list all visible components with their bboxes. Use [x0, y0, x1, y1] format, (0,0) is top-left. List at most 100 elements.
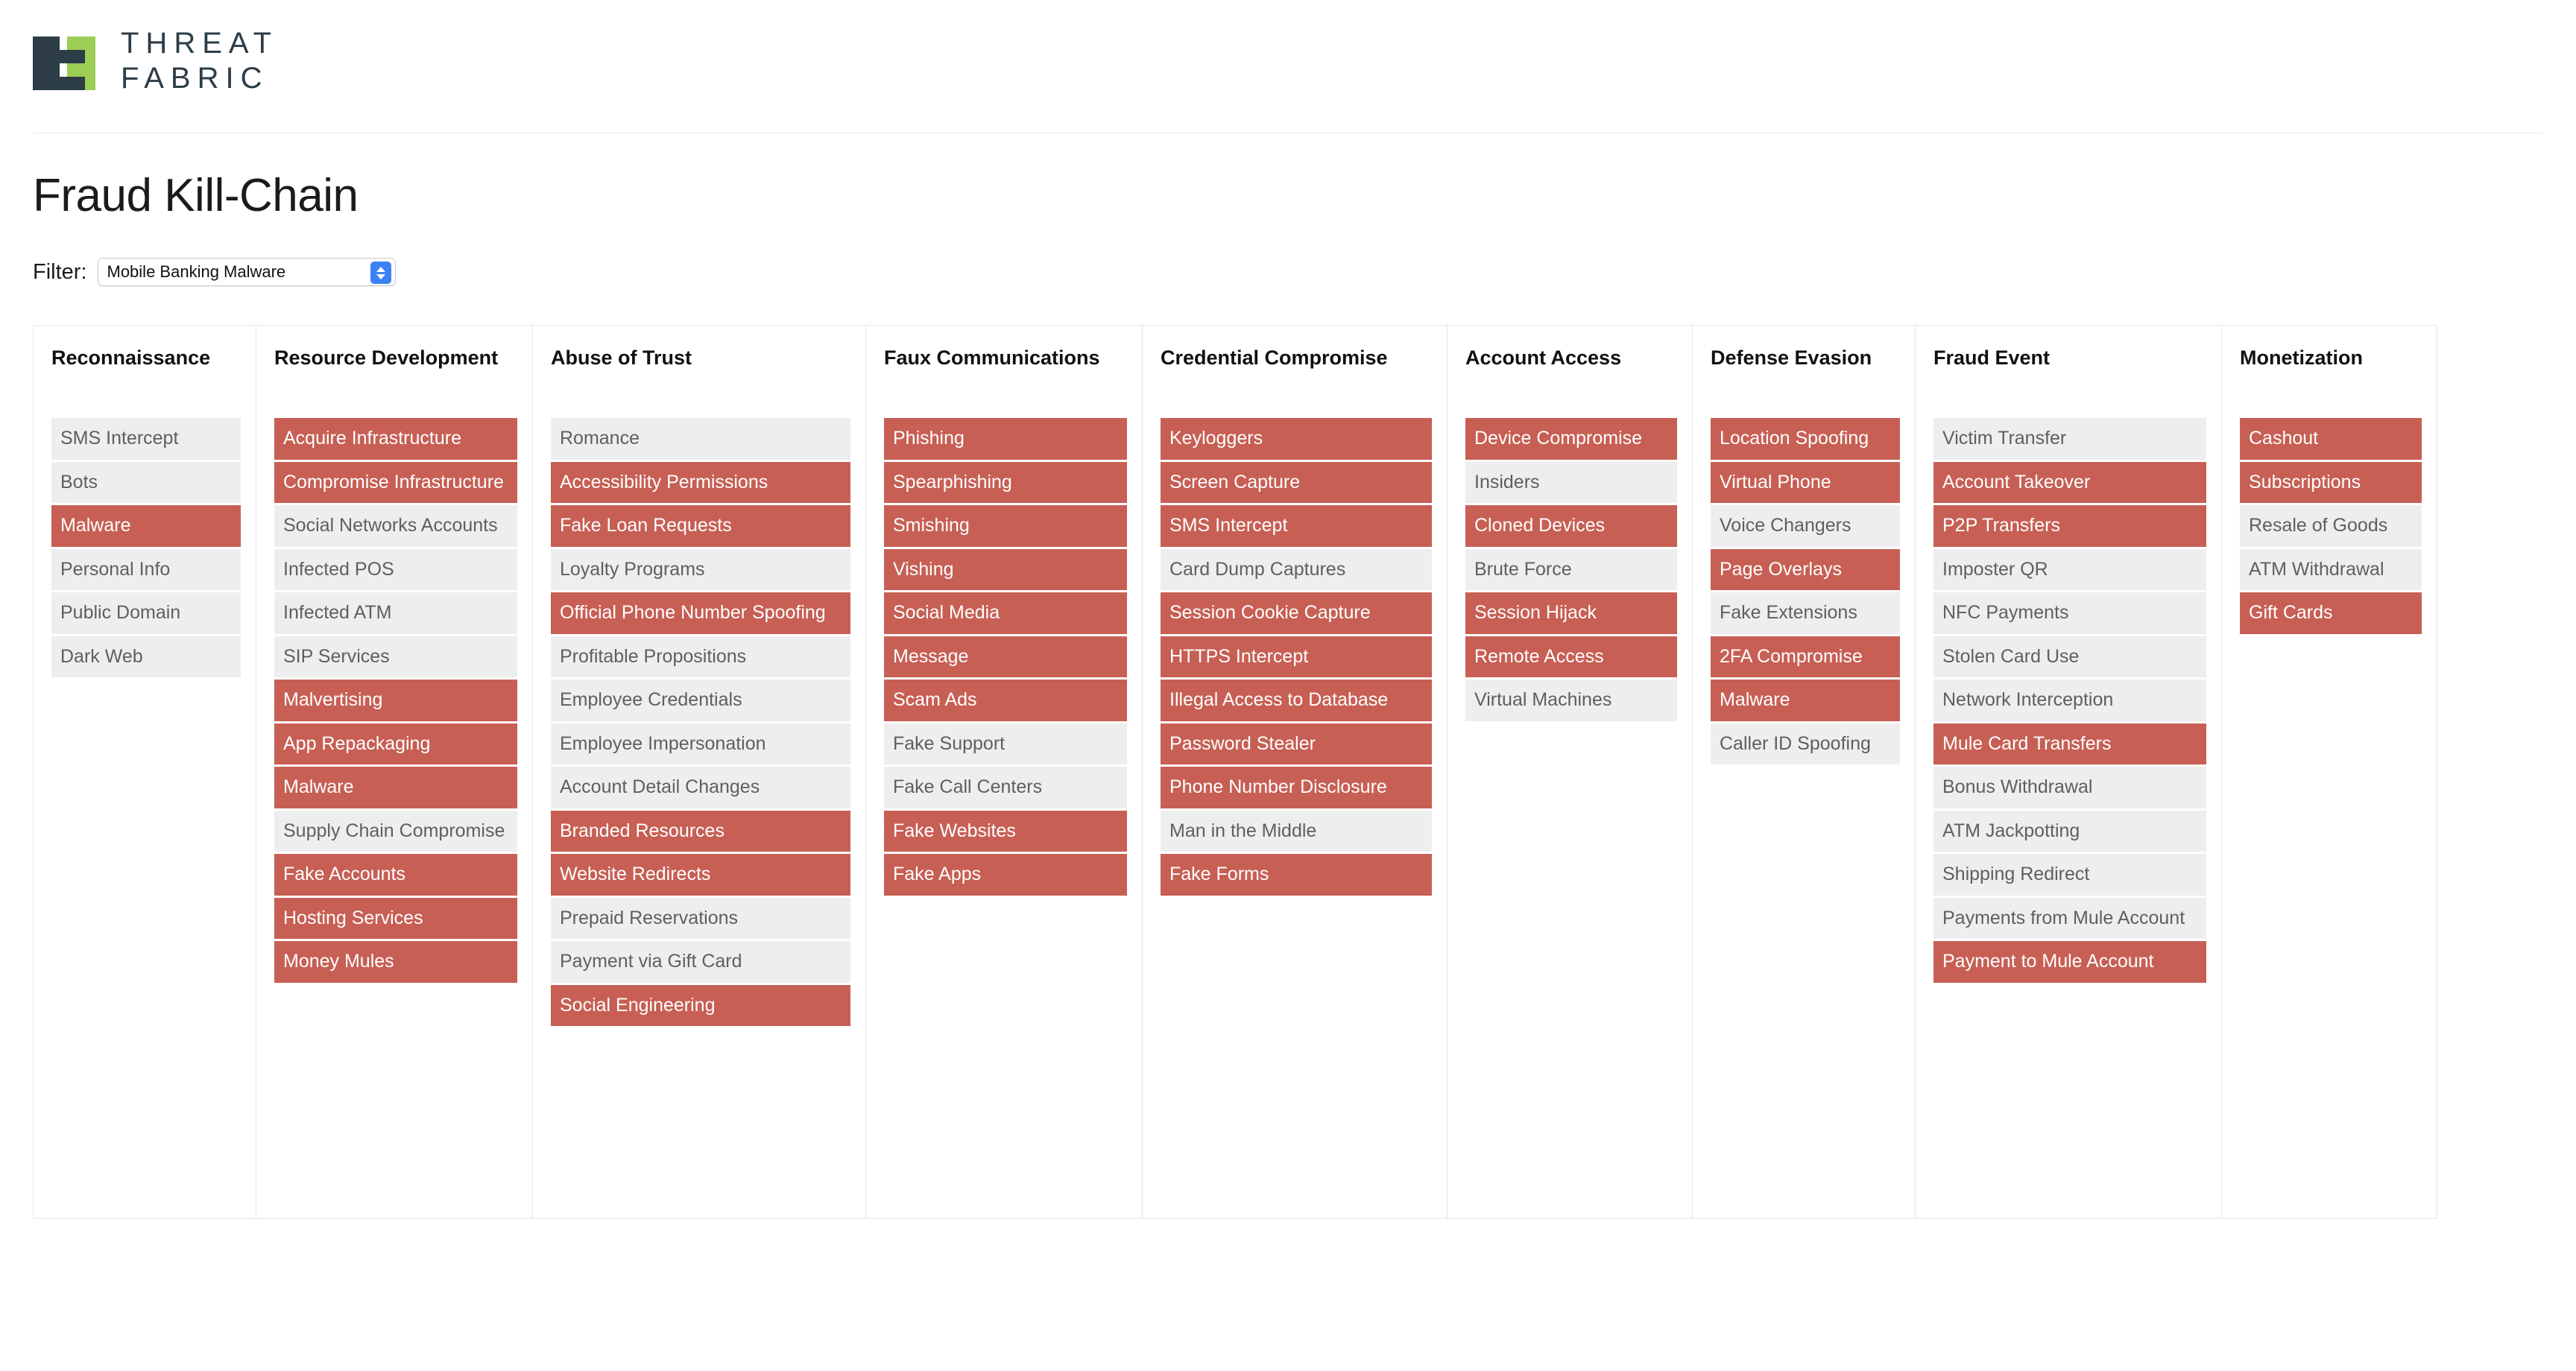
technique-item[interactable]: Vishing [884, 548, 1127, 590]
technique-item[interactable]: Account Takeover [1933, 461, 2206, 503]
technique-item[interactable]: Official Phone Number Spoofing [551, 592, 850, 634]
technique-item[interactable]: Phishing [884, 418, 1127, 460]
technique-item[interactable]: Scam Ads [884, 680, 1127, 721]
column-header: Defense Evasion [1711, 346, 1872, 369]
technique-item[interactable]: Malware [51, 505, 241, 547]
technique-item[interactable]: Victim Transfer [1933, 418, 2206, 460]
technique-item[interactable]: NFC Payments [1933, 592, 2206, 634]
technique-item[interactable]: Smishing [884, 505, 1127, 547]
technique-item[interactable]: Fake Forms [1161, 854, 1432, 896]
technique-item[interactable]: Fake Extensions [1711, 592, 1900, 634]
technique-item[interactable]: Malware [274, 767, 517, 808]
technique-item[interactable]: Social Media [884, 592, 1127, 634]
technique-item[interactable]: Phone Number Disclosure [1161, 767, 1432, 808]
technique-item[interactable]: Virtual Machines [1465, 680, 1677, 721]
technique-item[interactable]: Branded Resources [551, 810, 850, 852]
technique-item[interactable]: Illegal Access to Database [1161, 680, 1432, 721]
technique-item[interactable]: Spearphishing [884, 461, 1127, 503]
technique-item[interactable]: Supply Chain Compromise [274, 810, 517, 852]
technique-item[interactable]: Resale of Goods [2240, 505, 2422, 547]
technique-item[interactable]: Fake Websites [884, 810, 1127, 852]
technique-item[interactable]: Fake Apps [884, 854, 1127, 896]
technique-item[interactable]: Mule Card Transfers [1933, 723, 2206, 764]
technique-item[interactable]: Account Detail Changes [551, 767, 850, 808]
technique-item[interactable]: Brute Force [1465, 548, 1677, 590]
technique-item[interactable]: Cashout [2240, 418, 2422, 460]
technique-item[interactable]: Infected POS [274, 548, 517, 590]
technique-item[interactable]: ATM Withdrawal [2240, 548, 2422, 590]
technique-item[interactable]: App Repackaging [274, 723, 517, 764]
technique-item[interactable]: Voice Changers [1711, 505, 1900, 547]
technique-item[interactable]: Social Engineering [551, 984, 850, 1026]
technique-item[interactable]: Employee Impersonation [551, 723, 850, 764]
technique-item[interactable]: Session Cookie Capture [1161, 592, 1432, 634]
column-item-list: Location Spoofing Virtual Phone Voice Chan… [1711, 418, 1900, 767]
technique-item[interactable]: Shipping Redirect [1933, 854, 2206, 896]
technique-item[interactable]: Screen Capture [1161, 461, 1432, 503]
technique-item[interactable]: Fake Support [884, 723, 1127, 764]
technique-item[interactable]: Location Spoofing [1711, 418, 1900, 460]
technique-item[interactable]: Malvertising [274, 680, 517, 721]
technique-item[interactable]: Personal Info [51, 548, 241, 590]
technique-item[interactable]: Keyloggers [1161, 418, 1432, 460]
technique-item[interactable]: Money Mules [274, 941, 517, 983]
technique-item[interactable]: SMS Intercept [1161, 505, 1432, 547]
threatfabric-logo[interactable]: THREAT FABRIC [33, 28, 2576, 98]
chevron-up-down-icon[interactable] [370, 262, 391, 284]
technique-item[interactable]: Insiders [1465, 461, 1677, 503]
technique-item[interactable]: Romance [551, 418, 850, 460]
page-root: THREAT FABRIC Fraud Kill-Chain Filter: M… [0, 0, 2576, 1219]
technique-item[interactable]: Bonus Withdrawal [1933, 767, 2206, 808]
kill-chain-column: Defense Evasion Location Spoofing Virtual … [1692, 325, 1916, 1219]
technique-item[interactable]: Infected ATM [274, 592, 517, 634]
technique-item[interactable]: Malware [1711, 680, 1900, 721]
technique-item[interactable]: Man in the Middle [1161, 810, 1432, 852]
technique-item[interactable]: Card Dump Captures [1161, 548, 1432, 590]
filter-select[interactable]: Mobile Banking Malware [97, 258, 396, 286]
technique-item[interactable]: Accessibility Permissions [551, 461, 850, 503]
technique-item[interactable]: 2FA Compromise [1711, 636, 1900, 677]
technique-item[interactable]: HTTPS Intercept [1161, 636, 1432, 677]
technique-item[interactable]: Fake Call Centers [884, 767, 1127, 808]
technique-item[interactable]: Page Overlays [1711, 548, 1900, 590]
technique-item[interactable]: P2P Transfers [1933, 505, 2206, 547]
kill-chain-board: Reconnaissance SMS Intercept Bots Malware Pe… [33, 325, 2543, 1219]
technique-item[interactable]: Bots [51, 461, 241, 503]
technique-item[interactable]: Stolen Card Use [1933, 636, 2206, 677]
technique-item[interactable]: Social Networks Accounts [274, 505, 517, 547]
technique-item[interactable]: Public Domain [51, 592, 241, 634]
technique-item[interactable]: Remote Access [1465, 636, 1677, 677]
technique-item[interactable]: SMS Intercept [51, 418, 241, 460]
technique-item[interactable]: Payment to Mule Account [1933, 941, 2206, 983]
technique-item[interactable]: Subscriptions [2240, 461, 2422, 503]
technique-item[interactable]: Device Compromise [1465, 418, 1677, 460]
technique-item[interactable]: Profitable Propositions [551, 636, 850, 677]
technique-item[interactable]: Hosting Services [274, 897, 517, 939]
technique-item[interactable]: Password Stealer [1161, 723, 1432, 764]
technique-item[interactable]: Fake Accounts [274, 854, 517, 896]
technique-item[interactable]: SIP Services [274, 636, 517, 677]
technique-item[interactable]: Acquire Infrastructure [274, 418, 517, 460]
technique-item[interactable]: Caller ID Spoofing [1711, 723, 1900, 764]
technique-item[interactable]: Payments from Mule Account [1933, 897, 2206, 939]
technique-item[interactable]: Imposter QR [1933, 548, 2206, 590]
technique-item[interactable]: Session Hijack [1465, 592, 1677, 634]
threatfabric-logo-icon [33, 37, 95, 90]
technique-item[interactable]: Gift Cards [2240, 592, 2422, 634]
technique-item[interactable]: Fake Loan Requests [551, 505, 850, 547]
technique-item[interactable]: Virtual Phone [1711, 461, 1900, 503]
technique-item[interactable]: Dark Web [51, 636, 241, 677]
kill-chain-column: Monetization Cashout Subscriptions Resale o… [2221, 325, 2437, 1219]
technique-item[interactable]: Cloned Devices [1465, 505, 1677, 547]
technique-item[interactable]: Payment via Gift Card [551, 941, 850, 983]
technique-item[interactable]: Message [884, 636, 1127, 677]
column-item-list: SMS Intercept Bots Malware Personal Info Pub… [51, 418, 241, 680]
technique-item[interactable]: Website Redirects [551, 854, 850, 896]
technique-item[interactable]: Employee Credentials [551, 680, 850, 721]
technique-item[interactable]: Loyalty Programs [551, 548, 850, 590]
kill-chain-column: Faux Communications Phishing Spearphishing… [865, 325, 1143, 1219]
technique-item[interactable]: Prepaid Reservations [551, 897, 850, 939]
technique-item[interactable]: ATM Jackpotting [1933, 810, 2206, 852]
technique-item[interactable]: Network Interception [1933, 680, 2206, 721]
technique-item[interactable]: Compromise Infrastructure [274, 461, 517, 503]
